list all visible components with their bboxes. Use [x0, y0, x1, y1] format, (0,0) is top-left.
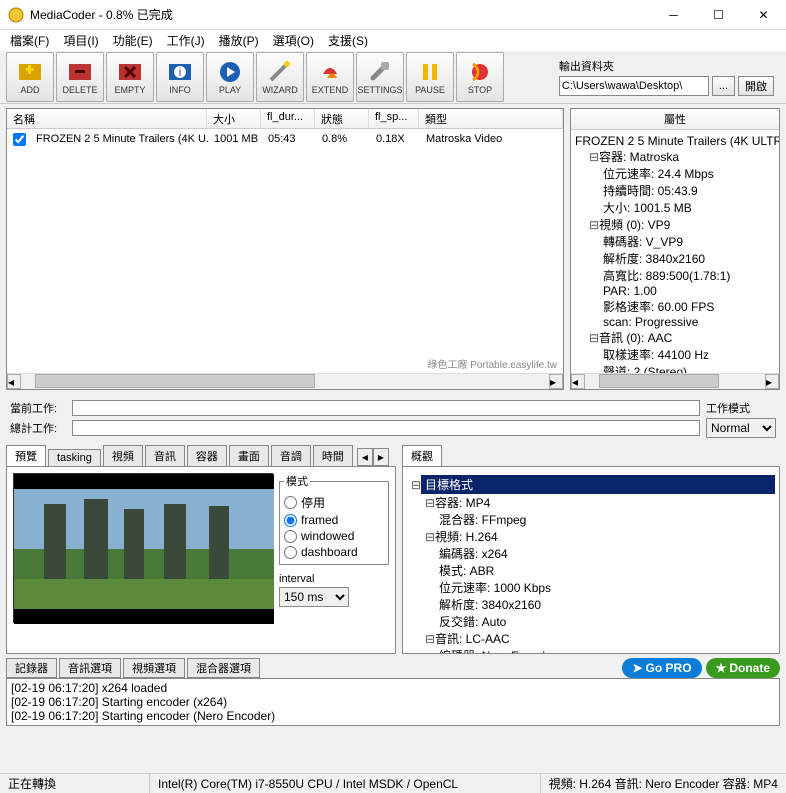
menu-item[interactable]: 項目(I) — [57, 30, 104, 51]
tab-tasking[interactable]: tasking — [48, 449, 101, 466]
toolbar: ADD DELETE EMPTY iINFO PLAY WIZARD EXTEN… — [0, 50, 786, 104]
minimize-button[interactable]: ─ — [651, 1, 696, 29]
status-left: 正在轉換 — [0, 774, 150, 793]
open-folder-button[interactable]: 開啟 — [738, 76, 774, 96]
tab-time[interactable]: 時間 — [313, 445, 353, 466]
status-bar: 正在轉換 Intel(R) Core(TM) i7-8550U CPU / In… — [0, 773, 786, 793]
info-button[interactable]: iINFO — [156, 52, 204, 102]
svg-text:i: i — [179, 65, 182, 79]
wizard-button[interactable]: WIZARD — [256, 52, 304, 102]
col-state[interactable]: 狀態 — [315, 109, 369, 128]
tab-muxer-opts[interactable]: 混合器選項 — [187, 658, 260, 678]
watermark: 綠色工廠 Portable.easylife.tw — [7, 354, 563, 373]
status-right: 視頻: H.264 音訊: Nero Encoder 容器: MP4 — [541, 774, 786, 793]
tab-video[interactable]: 視頻 — [103, 445, 143, 466]
tab-right-icon[interactable]: ▸ — [373, 448, 389, 466]
pause-button[interactable]: PAUSE — [406, 52, 454, 102]
donate-button[interactable]: ★Donate — [706, 658, 780, 678]
properties-header[interactable]: 屬性 — [571, 109, 779, 130]
radio-dashboard[interactable] — [284, 546, 297, 559]
tab-left-icon[interactable]: ◂ — [357, 448, 373, 466]
job-mode-label: 工作模式 — [706, 400, 776, 416]
star-icon: ★ — [716, 661, 727, 675]
tab-audio-opts[interactable]: 音訊選項 — [59, 658, 121, 678]
col-name[interactable]: 名稱 — [7, 109, 207, 128]
radio-framed[interactable] — [284, 514, 297, 527]
menu-file[interactable]: 檔案(F) — [4, 30, 55, 51]
arrow-icon: ➤ — [632, 661, 642, 675]
delete-button[interactable]: DELETE — [56, 52, 104, 102]
file-checkbox[interactable] — [13, 133, 26, 146]
interval-label: interval — [279, 573, 389, 585]
preview-mode-group: 模式 停用 framed windowed dashboard — [279, 473, 389, 565]
browse-button[interactable]: ... — [712, 76, 735, 96]
menu-options[interactable]: 選項(O) — [267, 30, 320, 51]
properties-pane: 屬性 FROZEN 2 5 Minute Trailers (4K ULTRA … — [570, 108, 780, 390]
prop-root[interactable]: FROZEN 2 5 Minute Trailers (4K ULTRA HD — [575, 134, 775, 148]
total-job-label: 總計工作: — [10, 420, 66, 436]
settings-button[interactable]: SETTINGS — [356, 52, 404, 102]
menu-bar: 檔案(F) 項目(I) 功能(E) 工作(J) 播放(P) 選項(O) 支援(S… — [0, 30, 786, 50]
file-list: 名稱 大小 fl_dur... 狀態 fl_sp... 類型 FROZEN 2 … — [6, 108, 564, 390]
tab-preview[interactable]: 預覽 — [6, 445, 46, 466]
col-type[interactable]: 類型 — [419, 109, 563, 128]
tab-overview[interactable]: 概觀 — [402, 445, 442, 466]
current-job-progress — [72, 400, 700, 416]
tab-video-opts[interactable]: 視頻選項 — [123, 658, 185, 678]
job-mode-select[interactable]: Normal — [706, 418, 776, 438]
menu-job[interactable]: 工作(J) — [161, 30, 211, 51]
app-icon — [8, 7, 24, 23]
gopro-button[interactable]: ➤Go PRO — [622, 658, 701, 678]
current-job-label: 當前工作: — [10, 400, 66, 416]
total-job-progress — [72, 420, 700, 436]
stop-button[interactable]: STOP — [456, 52, 504, 102]
tab-logger[interactable]: 記錄器 — [6, 658, 57, 678]
close-button[interactable]: ✕ — [741, 1, 786, 29]
menu-play[interactable]: 播放(P) — [213, 30, 265, 51]
file-row[interactable]: FROZEN 2 5 Minute Trailers (4K U... 1001… — [7, 129, 563, 149]
h-scrollbar[interactable]: ◂▸ — [7, 373, 563, 389]
col-duration[interactable]: fl_dur... — [261, 109, 315, 128]
h-scrollbar[interactable]: ◂▸ — [571, 373, 779, 389]
status-cpu: Intel(R) Core(TM) i7-8550U CPU / Intel M… — [150, 774, 541, 793]
output-folder-label: 輸出資料夾 — [559, 58, 774, 74]
output-path-input[interactable] — [559, 76, 709, 96]
play-button[interactable]: PLAY — [206, 52, 254, 102]
radio-disabled[interactable] — [284, 496, 297, 509]
tab-picture[interactable]: 畫面 — [229, 445, 269, 466]
maximize-button[interactable]: ☐ — [696, 1, 741, 29]
tab-audio[interactable]: 音訊 — [145, 445, 185, 466]
col-speed[interactable]: fl_sp... — [369, 109, 419, 128]
target-format-header[interactable]: 目標格式 — [421, 475, 775, 494]
col-size[interactable]: 大小 — [207, 109, 261, 128]
tab-tone[interactable]: 音調 — [271, 445, 311, 466]
tab-container[interactable]: 容器 — [187, 445, 227, 466]
window-title: MediaCoder - 0.8% 已完成 — [30, 6, 651, 23]
log-output[interactable]: [02-19 06:17:20] x264 loaded [02-19 06:1… — [6, 678, 780, 726]
add-button[interactable]: ADD — [6, 52, 54, 102]
radio-windowed[interactable] — [284, 530, 297, 543]
extend-button[interactable]: EXTEND — [306, 52, 354, 102]
interval-select[interactable]: 150 ms — [279, 587, 349, 607]
menu-support[interactable]: 支援(S) — [322, 30, 374, 51]
preview-image — [13, 473, 273, 623]
empty-button[interactable]: EMPTY — [106, 52, 154, 102]
menu-feature[interactable]: 功能(E) — [107, 30, 159, 51]
